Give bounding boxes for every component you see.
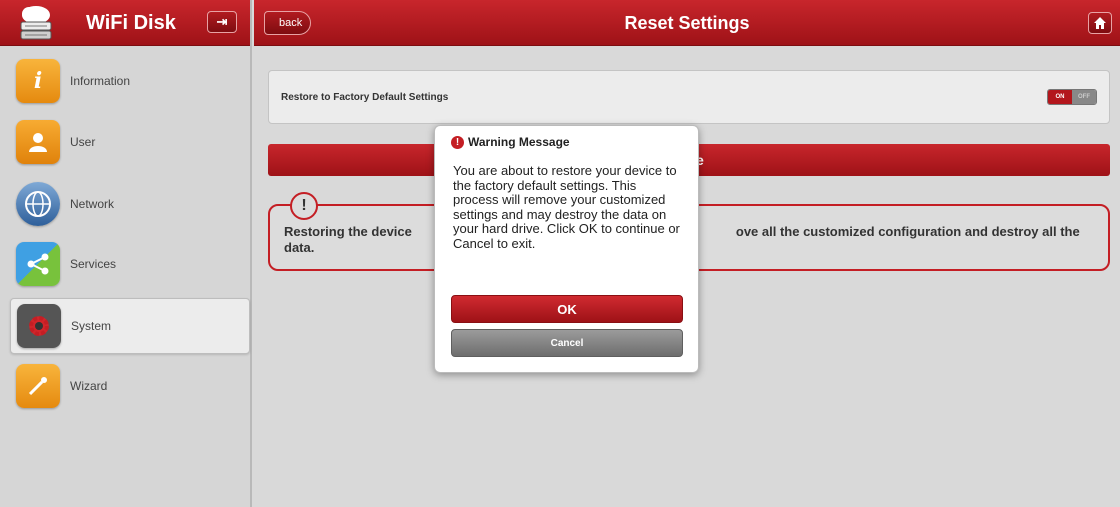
dialog-header: ! Warning Message	[451, 135, 570, 149]
sidebar-item-network[interactable]: Network	[10, 176, 250, 232]
app-title: WiFi Disk	[86, 12, 176, 34]
share-icon	[16, 242, 60, 286]
setting-label: Restore to Factory Default Settings	[281, 92, 449, 103]
home-button[interactable]	[1088, 12, 1112, 34]
gear-icon	[17, 304, 61, 348]
wand-icon	[16, 364, 60, 408]
cloud-disk-icon	[20, 6, 52, 40]
exclamation-icon: !	[290, 192, 318, 220]
sidebar-item-label: Information	[70, 74, 131, 88]
globe-icon	[16, 182, 60, 226]
cancel-button[interactable]: Cancel	[451, 329, 683, 357]
page-title: Reset Settings	[624, 13, 750, 33]
sidebar-item-wizard[interactable]: Wizard	[10, 358, 250, 414]
sidebar-item-user[interactable]: User	[10, 114, 250, 170]
sidebar-header: WiFi Disk ⇥	[0, 0, 250, 46]
warning-text-start: Restoring the device	[284, 224, 412, 239]
sidebar-item-label: Wizard	[70, 379, 108, 393]
ok-button[interactable]: OK	[451, 295, 683, 323]
sidebar-item-information[interactable]: i Information	[10, 53, 250, 109]
dialog-message: You are about to restore your device to …	[453, 163, 680, 251]
user-icon	[16, 120, 60, 164]
toggle-on-label: ON	[1048, 90, 1072, 104]
info-icon: i	[16, 59, 60, 103]
logout-button[interactable]: ⇥	[207, 11, 237, 33]
sidebar-item-label: Network	[70, 197, 115, 211]
top-bar: back Reset Settings	[254, 0, 1120, 46]
sidebar: WiFi Disk ⇥ i Information User Network S…	[0, 0, 252, 507]
home-icon	[1094, 17, 1106, 29]
sidebar-item-label: System	[71, 319, 112, 333]
sidebar-item-label: Services	[70, 257, 117, 271]
sidebar-item-label: User	[70, 135, 96, 149]
toggle-off-label: OFF	[1072, 90, 1096, 104]
factory-reset-setting: Restore to Factory Default Settings ON O…	[268, 70, 1110, 124]
factory-reset-toggle[interactable]: ON OFF	[1047, 89, 1097, 105]
sidebar-item-system[interactable]: System	[10, 298, 250, 354]
alert-icon: !	[451, 135, 464, 149]
dialog-title: Warning Message	[468, 135, 570, 149]
sidebar-item-services[interactable]: Services	[10, 236, 250, 292]
warning-dialog: ! Warning Message You are about to resto…	[434, 125, 699, 373]
logout-icon: ⇥	[216, 14, 228, 29]
